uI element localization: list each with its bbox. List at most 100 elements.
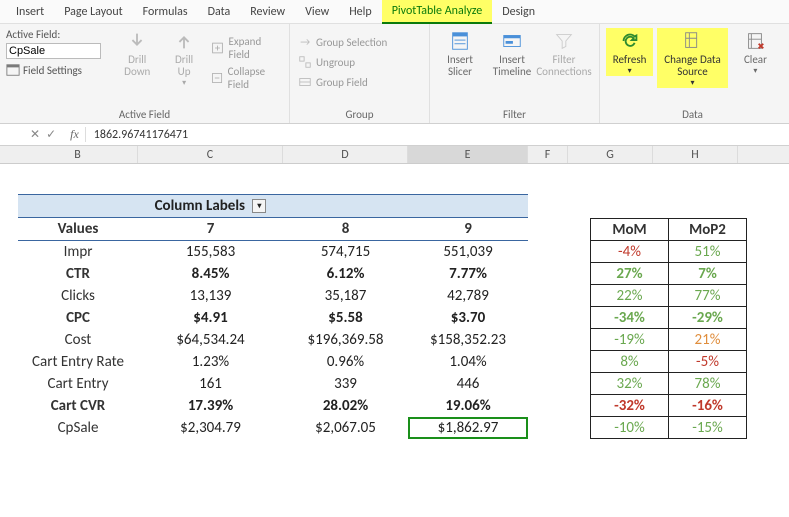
drill-down-button[interactable]: Drill Down (116, 28, 159, 78)
row-cart-entry-label[interactable]: Cart Entry (18, 373, 138, 395)
group-field-button[interactable]: Group Field (296, 74, 370, 90)
cell[interactable]: 21% (669, 329, 747, 351)
tab-view[interactable]: View (295, 1, 339, 23)
cell[interactable]: -5% (669, 351, 747, 373)
row-cart-entry-rate-label[interactable]: Cart Entry Rate (18, 351, 138, 373)
cell[interactable]: $2,067.05 (283, 417, 408, 439)
cell[interactable]: 161 (138, 373, 283, 395)
change-data-source-button[interactable]: Change Data Source ▾ (657, 28, 728, 88)
insert-timeline-button[interactable]: Insert Timeline (488, 28, 536, 78)
cell[interactable]: -32% (591, 395, 669, 417)
row-cpsale-label[interactable]: CpSale (18, 417, 138, 439)
col-header-C[interactable]: C (138, 146, 283, 163)
cell[interactable]: 77% (669, 285, 747, 307)
cell[interactable]: -29% (669, 307, 747, 329)
cell[interactable]: 51% (669, 241, 747, 263)
cell[interactable]: 551,039 (408, 241, 528, 264)
column-labels-dropdown[interactable]: ▾ (252, 199, 266, 213)
cell[interactable]: 7% (669, 263, 747, 285)
cell[interactable]: 35,187 (283, 285, 408, 307)
tab-formulas[interactable]: Formulas (133, 1, 198, 23)
field-settings-button[interactable]: Field Settings (6, 63, 112, 77)
worksheet[interactable]: Column Labels ▾ Values 7 8 9 Impr 155,58… (0, 164, 789, 439)
collapse-field-button[interactable]: Collapse Field (209, 64, 283, 92)
active-field-input[interactable] (6, 43, 101, 59)
cell[interactable]: -19% (591, 329, 669, 351)
cell[interactable]: 42,789 (408, 285, 528, 307)
pivot-header-blank[interactable] (408, 195, 528, 218)
cell[interactable]: 78% (669, 373, 747, 395)
row-cart-cvr-label[interactable]: Cart CVR (18, 395, 138, 417)
cell[interactable]: -10% (591, 417, 669, 439)
cell[interactable]: 13,139 (138, 285, 283, 307)
mop2-header[interactable]: MoP2 (669, 219, 747, 241)
tab-insert[interactable]: Insert (6, 1, 54, 23)
tab-help[interactable]: Help (339, 1, 382, 23)
column-labels-header[interactable]: Column Labels ▾ (138, 195, 283, 218)
drill-up-button[interactable]: Drill Up ▾ (163, 28, 206, 88)
cancel-formula-icon[interactable]: ✕ (30, 127, 40, 142)
tab-review[interactable]: Review (240, 1, 295, 23)
formula-value[interactable]: 1862.96741176471 (86, 128, 188, 142)
fx-icon[interactable]: fx (64, 127, 86, 142)
ungroup-button[interactable]: Ungroup (296, 54, 357, 70)
cell[interactable]: 0.96% (283, 351, 408, 373)
col-header-7[interactable]: 7 (138, 218, 283, 241)
cell[interactable]: 446 (408, 373, 528, 395)
cell[interactable]: 1.23% (138, 351, 283, 373)
cell[interactable]: 8% (591, 351, 669, 373)
col-header-8[interactable]: 8 (283, 218, 408, 241)
col-header-H[interactable]: H (653, 146, 738, 163)
col-header-G[interactable]: G (568, 146, 653, 163)
col-header-B[interactable]: B (18, 146, 138, 163)
col-header-E[interactable]: E (408, 146, 528, 163)
clear-button[interactable]: Clear ▾ (732, 28, 779, 76)
cell[interactable]: $196,369.58 (283, 329, 408, 351)
row-ctr-label[interactable]: CTR (18, 263, 138, 285)
cell[interactable]: -15% (669, 417, 747, 439)
row-clicks-label[interactable]: Clicks (18, 285, 138, 307)
cell[interactable]: 1.04% (408, 351, 528, 373)
filter-connections-button[interactable]: Filter Connections (540, 28, 588, 78)
cell[interactable]: 8.45% (138, 263, 283, 285)
row-cpc-label[interactable]: CPC (18, 307, 138, 329)
cell[interactable]: 27% (591, 263, 669, 285)
refresh-button[interactable]: Refresh ▾ (606, 28, 653, 76)
cell[interactable]: $158,352.23 (408, 329, 528, 351)
pivot-header-blank[interactable] (283, 195, 408, 218)
cell[interactable]: $3.70 (408, 307, 528, 329)
cell[interactable]: 28.02% (283, 395, 408, 417)
row-cost-label[interactable]: Cost (18, 329, 138, 351)
row-impr-label[interactable]: Impr (18, 241, 138, 264)
tab-data[interactable]: Data (198, 1, 241, 23)
cell[interactable]: 339 (283, 373, 408, 395)
cell[interactable]: $2,304.79 (138, 417, 283, 439)
insert-slicer-button[interactable]: Insert Slicer (436, 28, 484, 78)
tab-page-layout[interactable]: Page Layout (54, 1, 132, 23)
cell[interactable]: 6.12% (283, 263, 408, 285)
pivot-corner-cell[interactable] (18, 195, 138, 218)
cell[interactable]: $4.91 (138, 307, 283, 329)
cell[interactable]: 574,715 (283, 241, 408, 264)
expand-field-button[interactable]: Expand Field (209, 34, 283, 62)
col-header-9[interactable]: 9 (408, 218, 528, 241)
col-header-F[interactable]: F (528, 146, 568, 163)
cell[interactable]: 17.39% (138, 395, 283, 417)
cell[interactable]: -16% (669, 395, 747, 417)
accept-formula-icon[interactable]: ✓ (46, 127, 56, 142)
tab-design[interactable]: Design (492, 1, 545, 23)
cell[interactable]: 22% (591, 285, 669, 307)
cell[interactable]: -4% (591, 241, 669, 263)
col-header-D[interactable]: D (283, 146, 408, 163)
mom-header[interactable]: MoM (591, 219, 669, 241)
cell[interactable]: 19.06% (408, 395, 528, 417)
cell[interactable]: $64,534.24 (138, 329, 283, 351)
cell[interactable]: 7.77% (408, 263, 528, 285)
cell[interactable]: 32% (591, 373, 669, 395)
selected-cell[interactable]: $1,862.97 (408, 417, 528, 439)
values-header[interactable]: Values (18, 218, 138, 241)
cell[interactable]: $5.58 (283, 307, 408, 329)
cell[interactable]: 155,583 (138, 241, 283, 264)
tab-pivottable-analyze[interactable]: PivotTable Analyze (382, 0, 493, 24)
group-selection-button[interactable]: Group Selection (296, 34, 389, 50)
